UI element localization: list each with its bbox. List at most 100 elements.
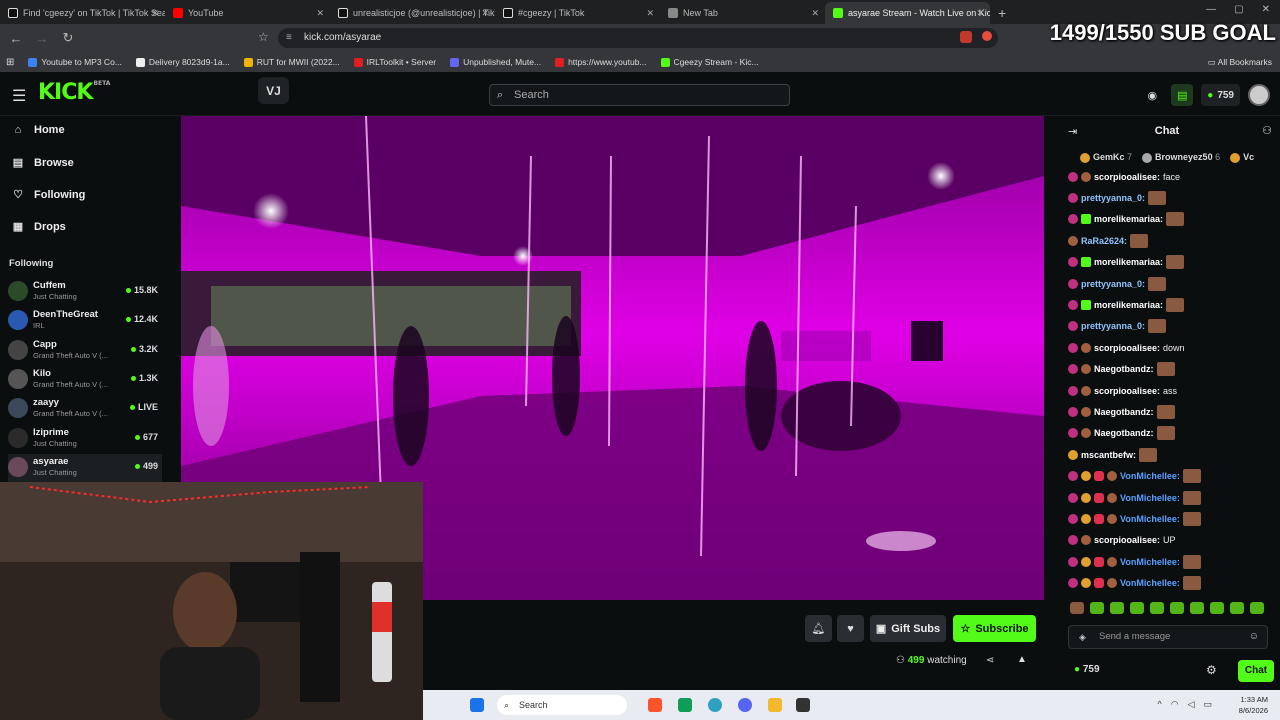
kicks-balance[interactable]: ● 759 — [1201, 84, 1240, 106]
sidebar-item-browse[interactable]: ▤ Browse — [12, 156, 74, 170]
reload-icon[interactable]: ↻ — [58, 30, 78, 46]
new-tab-button[interactable]: + — [990, 2, 1014, 24]
menu-icon[interactable]: ☰ — [12, 86, 26, 106]
top-gifter[interactable]: Browneyez50 6 — [1142, 152, 1220, 163]
chat-username[interactable]: scorpiooalisee: — [1094, 386, 1160, 396]
emote-icon[interactable] — [1190, 602, 1204, 614]
chat-username[interactable]: morelikemariaa: — [1094, 257, 1163, 267]
report-icon[interactable]: ▲ — [1017, 654, 1027, 665]
taskbar-search[interactable]: ⌕ Search — [497, 695, 627, 715]
bookmark-item[interactable]: IRLToolkit • Server — [353, 57, 436, 67]
close-icon[interactable]: ✕ — [316, 8, 324, 19]
chat-username[interactable]: RaRa2624: — [1081, 236, 1127, 246]
site-info-icon[interactable]: ≡ — [286, 28, 292, 48]
send-chat-button[interactable]: Chat — [1238, 660, 1274, 682]
chat-username[interactable]: morelikemariaa: — [1094, 214, 1163, 224]
following-channel[interactable]: DeenTheGreat IRL 12.4K — [8, 307, 162, 335]
channel-logo-icon[interactable]: VJ — [258, 77, 289, 104]
all-bookmarks[interactable]: ▭ All Bookmarks — [1208, 57, 1272, 68]
extension-icon-2[interactable] — [982, 31, 992, 41]
windows-start-icon[interactable] — [470, 698, 484, 712]
url-field[interactable]: ≡ kick.com/asyarae — [278, 28, 998, 48]
bookmark-item[interactable]: https://www.youtub... — [555, 57, 647, 67]
chat-username[interactable]: Naegotbandz: — [1094, 407, 1154, 417]
discord-icon[interactable] — [738, 698, 752, 712]
forward-icon[interactable]: → — [32, 31, 52, 46]
wifi-icon[interactable]: ◠ — [1171, 699, 1179, 710]
chevron-up-icon[interactable]: ^ — [1157, 699, 1161, 710]
gear-icon[interactable]: ⚙ — [1206, 663, 1217, 677]
chat-users-icon[interactable]: ⚇ — [1262, 124, 1272, 137]
emote-icon[interactable] — [1230, 602, 1244, 614]
subscribe-button[interactable]: ☆ Subscribe — [953, 615, 1036, 642]
chat-username[interactable]: VonMichellee: — [1120, 514, 1180, 524]
close-icon[interactable]: ✕ — [811, 8, 819, 19]
emote-icon[interactable] — [1130, 602, 1144, 614]
emote-icon[interactable] — [1070, 602, 1084, 614]
minimize-icon[interactable]: — — [1206, 4, 1216, 15]
file-explorer-icon[interactable] — [768, 698, 782, 712]
gift-subs-button[interactable]: ▣ Gift Subs — [870, 615, 946, 642]
chat-username[interactable]: scorpiooalisee: — [1094, 343, 1160, 353]
clock[interactable]: 1:33 AM 8/6/2026 — [1239, 694, 1268, 716]
edge-icon[interactable] — [708, 698, 722, 712]
bookmark-item[interactable]: Youtube to MP3 Co... — [28, 57, 122, 67]
notification-bell-button[interactable]: 🔔︎ — [805, 615, 832, 642]
chat-username[interactable]: VonMichellee: — [1120, 557, 1180, 567]
close-icon[interactable]: ✕ — [151, 8, 159, 19]
following-channel[interactable]: Cuffem Just Chatting 15.8K — [8, 278, 162, 306]
emote-icon[interactable] — [1170, 602, 1184, 614]
chat-username[interactable]: prettyyanna_0: — [1081, 279, 1145, 289]
bookmark-item[interactable]: RUT for MWII (2022... — [243, 57, 340, 67]
sidebar-item-following[interactable]: ♡ Following — [12, 188, 85, 202]
follow-heart-button[interactable]: ♥ — [837, 615, 864, 642]
following-channel[interactable]: zaayy Grand Theft Auto V (... LIVE — [8, 395, 162, 423]
browser-tab[interactable]: New Tab ✕ — [660, 2, 825, 24]
bookmark-item[interactable]: Unpublished, Mute... — [450, 57, 541, 67]
emote-icon[interactable] — [1210, 602, 1224, 614]
extension-icon[interactable] — [960, 31, 972, 43]
emote-icon[interactable] — [1090, 602, 1104, 614]
emote-icon[interactable] — [1110, 602, 1124, 614]
top-gifter[interactable]: GemKc 7 — [1080, 152, 1132, 163]
emoji-icon[interactable]: ☺ — [1249, 626, 1259, 648]
following-channel[interactable]: Kilo Grand Theft Auto V (... 1.3K — [8, 366, 162, 394]
battery-icon[interactable]: ▭ — [1203, 699, 1212, 710]
volume-icon[interactable]: ◁ — [1188, 699, 1195, 710]
chat-username[interactable]: Naegotbandz: — [1094, 364, 1154, 374]
chat-kicks-balance[interactable]: ● 759 — [1074, 664, 1100, 675]
top-gifter[interactable]: Vc — [1230, 152, 1254, 163]
browser-tab[interactable]: YouTube ✕ — [165, 2, 330, 24]
user-avatar[interactable] — [1248, 84, 1270, 106]
chat-message-input[interactable]: ◈ Send a message ☺ — [1068, 625, 1268, 649]
browser-tab[interactable]: unrealisticjoe (@unrealisticjoe) | TikTo… — [330, 2, 495, 24]
theater-mode-icon[interactable]: ◉ — [1141, 84, 1163, 106]
chat-username[interactable]: VonMichellee: — [1120, 471, 1180, 481]
browser-tab[interactable]: asyarae Stream - Watch Live on Kick ✕ — [825, 2, 990, 24]
sidebar-item-drops[interactable]: ▦ Drops — [12, 220, 66, 234]
chat-username[interactable]: prettyyanna_0: — [1081, 321, 1145, 331]
share-icon[interactable]: ⋖ — [986, 655, 994, 666]
chat-username[interactable]: morelikemariaa: — [1094, 300, 1163, 310]
apps-icon[interactable]: ⊞ — [6, 57, 14, 68]
maximize-icon[interactable]: ▢ — [1234, 4, 1243, 15]
app-icon[interactable] — [678, 698, 692, 712]
chat-username[interactable]: Naegotbandz: — [1094, 428, 1154, 438]
bookmark-item[interactable]: Cgeezy Stream - Kic... — [660, 57, 759, 67]
following-channel[interactable]: Capp Grand Theft Auto V (... 3.2K — [8, 337, 162, 365]
emote-icon[interactable] — [1250, 602, 1264, 614]
capcut-icon[interactable] — [796, 698, 810, 712]
brave-icon[interactable] — [648, 698, 662, 712]
chat-username[interactable]: VonMichellee: — [1120, 493, 1180, 503]
following-channel[interactable]: Iziprime Just Chatting 677 — [8, 425, 162, 453]
bookmark-icon[interactable]: ☆ — [258, 30, 269, 44]
emote-icon[interactable] — [1150, 602, 1164, 614]
search-input[interactable]: ⌕ Search — [489, 84, 790, 106]
chat-username[interactable]: scorpiooalisee: — [1094, 172, 1160, 182]
browser-tab[interactable]: Find 'cgeezy' on TikTok | TikTok Search ✕ — [0, 2, 165, 24]
following-channel[interactable]: asyarae Just Chatting 499 — [8, 453, 162, 482]
dashboard-icon[interactable]: ▤ — [1171, 84, 1194, 106]
bookmark-item[interactable]: Delivery 8023d9-1a... — [135, 57, 230, 67]
browser-tab[interactable]: #cgeezy | TikTok ✕ — [495, 2, 660, 24]
chat-username[interactable]: mscantbefw: — [1081, 450, 1136, 460]
